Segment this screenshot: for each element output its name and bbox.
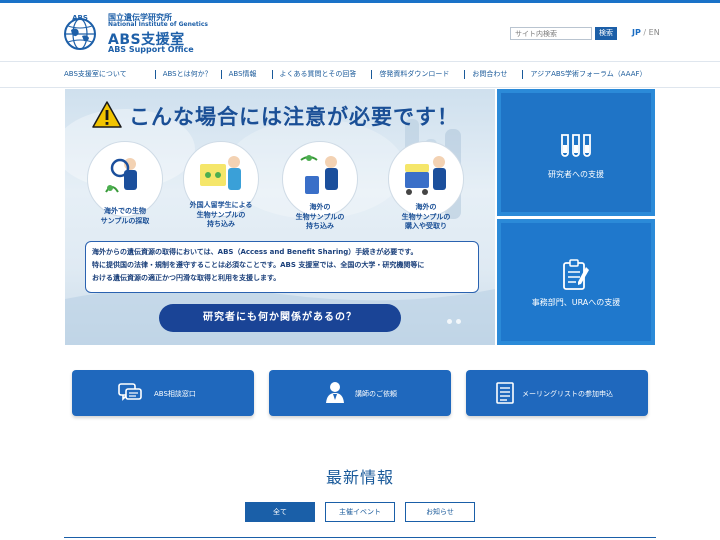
admin-ura-support-label: 事務部門、URAへの支援 <box>531 298 621 307</box>
abs-info-box: 海外からの遺伝資源の取得においては、ABS（Access and Benefit… <box>85 241 479 293</box>
list-icon <box>496 382 514 404</box>
carousel-dot[interactable] <box>456 319 461 324</box>
nav-item-about[interactable]: ABS支援室について <box>64 62 127 87</box>
tab-notices[interactable]: お知らせ <box>405 502 475 522</box>
warning-triangle-icon <box>92 101 122 128</box>
nav-item-abs-info[interactable]: ABS情報 <box>220 62 257 87</box>
lang-separator: / <box>643 28 647 37</box>
news-divider <box>64 537 656 538</box>
svg-text:ABS: ABS <box>72 14 88 22</box>
researcher-support-panel[interactable]: 研究者への支援 <box>497 89 655 216</box>
carousel-dots <box>447 319 461 324</box>
nav-item-what-is-abs[interactable]: ABSとは何か？ <box>154 62 212 87</box>
lang-jp-link[interactable]: JP <box>632 28 641 37</box>
clipboard-icon <box>563 259 589 290</box>
institute-name-en: National Institute of Genetics <box>108 21 208 28</box>
admin-ura-support-panel[interactable]: 事務部門、URAへの支援 <box>497 219 655 345</box>
nav-border-bottom <box>0 87 720 88</box>
search-button[interactable]: 検索 <box>595 27 617 40</box>
case-3-caption: 海外の 生物サンプルの 持ち込み <box>295 203 345 230</box>
nav-item-aaaf[interactable]: アジアABS学術フォーラム（AAAF） <box>522 62 647 87</box>
case-1-caption: 海外での生物 サンプルの採取 <box>100 207 150 225</box>
warning-title: こんな場合には注意が必要です！ <box>129 105 459 129</box>
abs-consultation-card[interactable]: ABS相談窓口 <box>72 370 254 416</box>
researcher-relevance-button[interactable]: 研究者にも何か関係があるの？ <box>159 304 401 332</box>
chat-bubbles-icon <box>118 383 142 401</box>
tab-all[interactable]: 全て <box>245 502 315 522</box>
lang-en-link[interactable]: EN <box>649 28 660 37</box>
abs-globe-logo-icon[interactable]: ABS <box>62 12 98 52</box>
tab-events[interactable]: 主催イベント <box>325 502 395 522</box>
info-line-1: 海外からの遺伝資源の取得においては、ABS（Access and Benefit… <box>92 248 418 256</box>
site-subtitle: ABS Support Office <box>108 45 194 54</box>
case-field-collection-circle <box>87 141 163 217</box>
case-2-caption: 外国人留学生による 生物サンプルの 持ち込み <box>189 201 253 228</box>
lecturer-request-label: 講師のご依頼 <box>355 390 397 398</box>
lecturer-request-card[interactable]: 講師のご依頼 <box>269 370 451 416</box>
case-4-caption: 海外の 生物サンプルの 購入や受取り <box>401 203 451 230</box>
language-switcher: JP / EN <box>632 28 660 37</box>
mailing-list-label: メーリングリストの参加申込 <box>522 390 613 398</box>
top-accent-bar <box>0 0 720 3</box>
info-line-3: おける遺伝資源の適正かつ円滑な取得と利用を支援します。 <box>92 274 281 282</box>
main-nav: ABS支援室について ABSとは何か？ ABS情報 よくある質問とその回答 啓発… <box>64 62 656 87</box>
nav-item-contact[interactable]: お問合わせ <box>464 62 507 87</box>
abs-consultation-label: ABS相談窓口 <box>154 390 196 398</box>
info-line-2: 特に提供国の法律・規制を遵守することは必須なことです。ABS 支援室では、全国の… <box>92 261 425 269</box>
hero-banner[interactable]: こんな場合には注意が必要です！ 海外での生物 サンプルの採取 外国人留学生による… <box>65 89 495 345</box>
lecturer-icon <box>326 382 344 403</box>
nav-item-faq[interactable]: よくある質問とその回答 <box>271 62 356 87</box>
test-tubes-icon <box>561 134 591 157</box>
mailing-list-card[interactable]: メーリングリストの参加申込 <box>466 370 648 416</box>
nav-item-downloads[interactable]: 啓発資料ダウンロード <box>371 62 449 87</box>
researcher-support-label: 研究者への支援 <box>548 170 604 179</box>
latest-news-heading: 最新情報 <box>325 468 394 487</box>
carousel-dot[interactable] <box>447 319 452 324</box>
site-search-input[interactable] <box>510 27 592 40</box>
